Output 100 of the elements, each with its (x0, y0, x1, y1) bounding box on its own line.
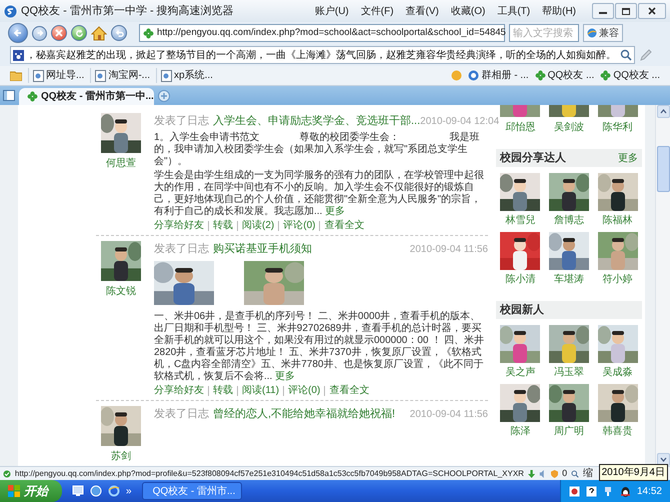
more-link[interactable]: 更多 (325, 206, 346, 216)
more-chevron[interactable]: » (126, 484, 132, 498)
ie-icon[interactable] (108, 485, 120, 497)
stop-button[interactable] (51, 25, 67, 41)
more-link[interactable]: 更多 (275, 371, 296, 382)
refresh-button[interactable] (71, 25, 87, 41)
author-name[interactable]: 何思萱 (106, 156, 136, 171)
scroll-thumb[interactable] (656, 146, 670, 192)
menu-item[interactable]: 文件(F) (356, 4, 398, 18)
post-title-link[interactable]: 入学生会、申请励志奖学金、竞选班干部... (213, 113, 420, 130)
post-title-link[interactable]: 购买诺基亚手机须知 (213, 240, 410, 257)
action-link[interactable]: 分享给好友 (154, 220, 208, 230)
author-name[interactable]: 苏剑 (111, 449, 131, 464)
action-link[interactable]: 查看全文 (319, 220, 368, 230)
minimize-button[interactable] (592, 3, 614, 19)
action-link[interactable]: 查看全文 (324, 386, 374, 396)
person-name[interactable]: 陈小清 (505, 272, 536, 287)
post-date: 2010-09-04 12:04 (420, 115, 500, 129)
menu-item[interactable]: 工具(T) (493, 4, 534, 18)
page-icon (33, 70, 44, 82)
post-excerpt: 1。入学生会申请书范文 尊敬的校团委学生会： 我是班的，我申请加入校团委学生会（如果加入系学生会，就写"系团总支学生会"）。 (154, 132, 481, 168)
caret-up-icon (660, 109, 666, 114)
forward-button[interactable] (32, 26, 47, 40)
person-name[interactable]: 吴之声 (505, 365, 536, 380)
window-title: QQ校友 - 雷州市第一中学 - 搜狗高速浏览器 (21, 4, 234, 19)
bookmark-item[interactable]: QQ校友 ... (600, 68, 660, 83)
action-link[interactable]: 转载 (208, 386, 237, 396)
person-name[interactable]: 林雪兒 (505, 213, 536, 228)
status-url: http://pengyou.qq.com/index.php?mod=profile&u=523f808094cf57e251e310494c51d58a1c53cc5fb7049b958ADTAG=SCHOOLPORTAL_XYXR (14, 468, 524, 480)
close-icon (648, 7, 656, 15)
arrow-right-icon (36, 29, 44, 37)
close-icon (55, 29, 63, 37)
person-name[interactable]: 车堪涛 (554, 272, 584, 287)
close-button[interactable] (638, 3, 666, 19)
menu-item[interactable]: 查看(V) (402, 4, 443, 18)
help-icon[interactable] (586, 486, 597, 496)
menu-item[interactable]: 账户(U) (310, 4, 353, 18)
person-name[interactable]: 周广明 (554, 424, 584, 439)
author-name[interactable]: 陈文锐 (106, 284, 136, 298)
start-button[interactable]: 开始 (0, 480, 62, 502)
action-link[interactable]: 阅读(2) (237, 220, 278, 230)
action-link[interactable]: 阅读(11) (237, 386, 284, 396)
person-name[interactable]: 冯玉翠 (554, 365, 584, 380)
penguin-icon[interactable] (620, 485, 631, 497)
history-button[interactable] (111, 25, 127, 41)
more-link[interactable]: 更多 (618, 150, 638, 166)
person-name[interactable]: 陈泽 (510, 424, 530, 439)
person-name[interactable]: 符小婷 (602, 272, 633, 287)
scrollbar[interactable] (655, 105, 670, 466)
post-action-text: 发表了日志 (154, 114, 209, 129)
person-name[interactable]: 吴剑波 (554, 120, 584, 135)
clover-icon (534, 70, 546, 81)
post-title-link[interactable]: 曾经的恋人,不能给她幸福就给她祝福! (213, 406, 410, 422)
section-title: 校园新人 (500, 302, 544, 318)
zoom-label[interactable]: 缩 (582, 466, 593, 481)
bookmark-item[interactable]: xp系统... (156, 68, 213, 83)
folder-icon[interactable] (10, 70, 22, 80)
restore-button[interactable] (615, 3, 637, 19)
post-action-text: 发表了日志 (154, 406, 209, 422)
person-name[interactable]: 邱怡恩 (505, 120, 536, 135)
clover-icon (600, 70, 612, 81)
bookmark-item[interactable]: 群相册 - ... (468, 68, 529, 83)
post-date: 2010-09-04 11:56 (410, 242, 488, 256)
action-link[interactable]: 评论(0) (278, 220, 320, 230)
back-button[interactable] (8, 23, 28, 43)
bookmark-item[interactable]: 淘宝网-... (90, 68, 150, 83)
bookmark-item[interactable]: 网址导... (28, 68, 84, 83)
action-link[interactable]: 转载 (208, 220, 237, 230)
ticker-field[interactable]: ，秘嘉宾赵雅芝的出现，掀起了整场节目的一个高潮，一曲《上海滩》荡气回肠，赵雅芝雍容华贵经典演绎，听的全场的人如痴如醉。 (10, 46, 635, 64)
person-name[interactable]: 韩喜贵 (602, 424, 633, 439)
menu-item[interactable]: 收藏(O) (446, 4, 490, 18)
clover-icon (27, 91, 38, 102)
home-icon[interactable] (91, 26, 107, 40)
person-name[interactable]: 吴成淼 (602, 365, 633, 380)
person-name[interactable]: 陈华利 (602, 120, 633, 135)
desktop-icon[interactable] (72, 485, 84, 497)
person-name[interactable]: 陈福林 (602, 213, 633, 228)
menu-item[interactable]: 帮助(H) (538, 4, 580, 18)
action-link[interactable]: 分享给好友 (154, 386, 208, 396)
action-link[interactable]: 评论(0) (283, 386, 324, 396)
post-action-text: 发表了日志 (154, 242, 209, 256)
post-excerpt: 一、米井06井，是查手机的序列号！ 二、米井0000井，查看手机的版本、出厂日期和手机型号！ 三、米井92702689井，查看手机的总计时器，要买全新手机的就可以用这个，如果没有用过的就显示000000：00 ！ 四、米井2820井，查看蓝牙芯片地址！ 五、米井7370井，恢复原厂设置，《软格式机，C盘内容全部清空》五、米井7780井、也是恢复原厂设置，《此不同于软格式机，恢复后不会将... 更多 (154, 311, 486, 383)
browser-tab[interactable]: QQ校友 - 雷州市第一中... (19, 88, 154, 105)
scroll-up-button[interactable] (656, 105, 670, 118)
search-icon[interactable] (620, 49, 632, 61)
sidebar-toggle-icon[interactable] (3, 90, 15, 101)
arrow-down-icon[interactable] (528, 468, 536, 478)
person-name[interactable]: 詹博志 (554, 213, 584, 228)
tab-title: QQ校友 - 雷州市第一中... (41, 89, 154, 104)
taskbar-task[interactable]: QQ校友 - 雷州市... (142, 482, 242, 500)
section-title: 校园分享达人 (500, 150, 566, 166)
compat-button[interactable]: 兼容 (583, 24, 623, 42)
clock: 14:52 (636, 484, 662, 498)
search-icon[interactable] (571, 468, 579, 478)
refresh-icon (74, 28, 84, 38)
arrow-left-icon (13, 28, 23, 38)
bookmark-item[interactable]: QQ校友 ... (534, 68, 594, 83)
windows-logo-icon (8, 485, 20, 497)
post-excerpt: 学生会是由学生组成的一支为同学服务的强有力的团队，在学校管理中起很大的作用，在同学中间也有不小的反响。加入学生会不仅能很好的锻炼自己，更好地体现自己的个人价值，还能贯彻"全新全意为人民服务"的宗旨，有利于自己的成长和发展。我志愿加... 更多 (154, 170, 485, 218)
new-tab-icon[interactable] (158, 90, 170, 102)
